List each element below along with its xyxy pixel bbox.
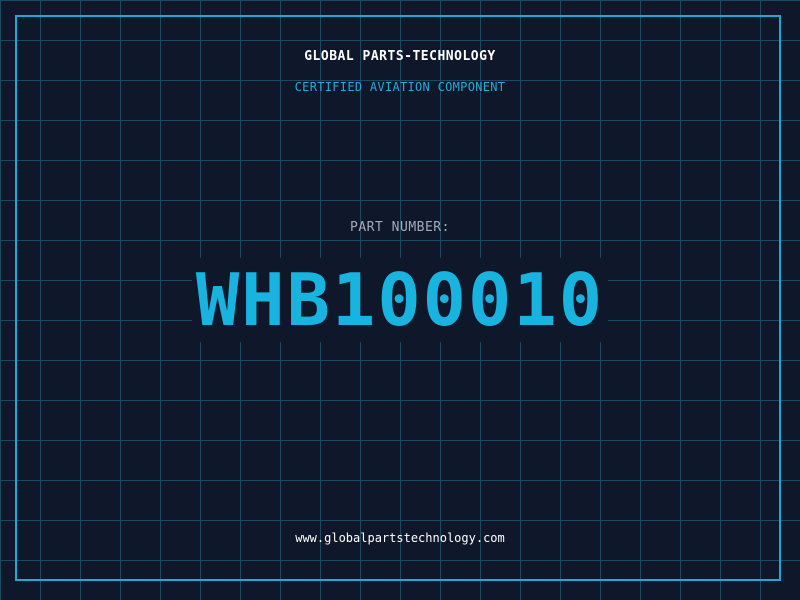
company-name: GLOBAL PARTS-TECHNOLOGY xyxy=(304,49,496,64)
part-number-value: WHB100010 xyxy=(191,258,609,342)
website-url: www.globalpartstechnology.com xyxy=(295,531,505,545)
certification-subtitle: CERTIFIED AVIATION COMPONENT xyxy=(294,80,506,94)
label-card: GLOBAL PARTS-TECHNOLOGY CERTIFIED AVIATI… xyxy=(0,0,800,600)
part-number-label: PART NUMBER: xyxy=(350,220,450,235)
part-number-display: WHB100010 xyxy=(0,256,800,344)
